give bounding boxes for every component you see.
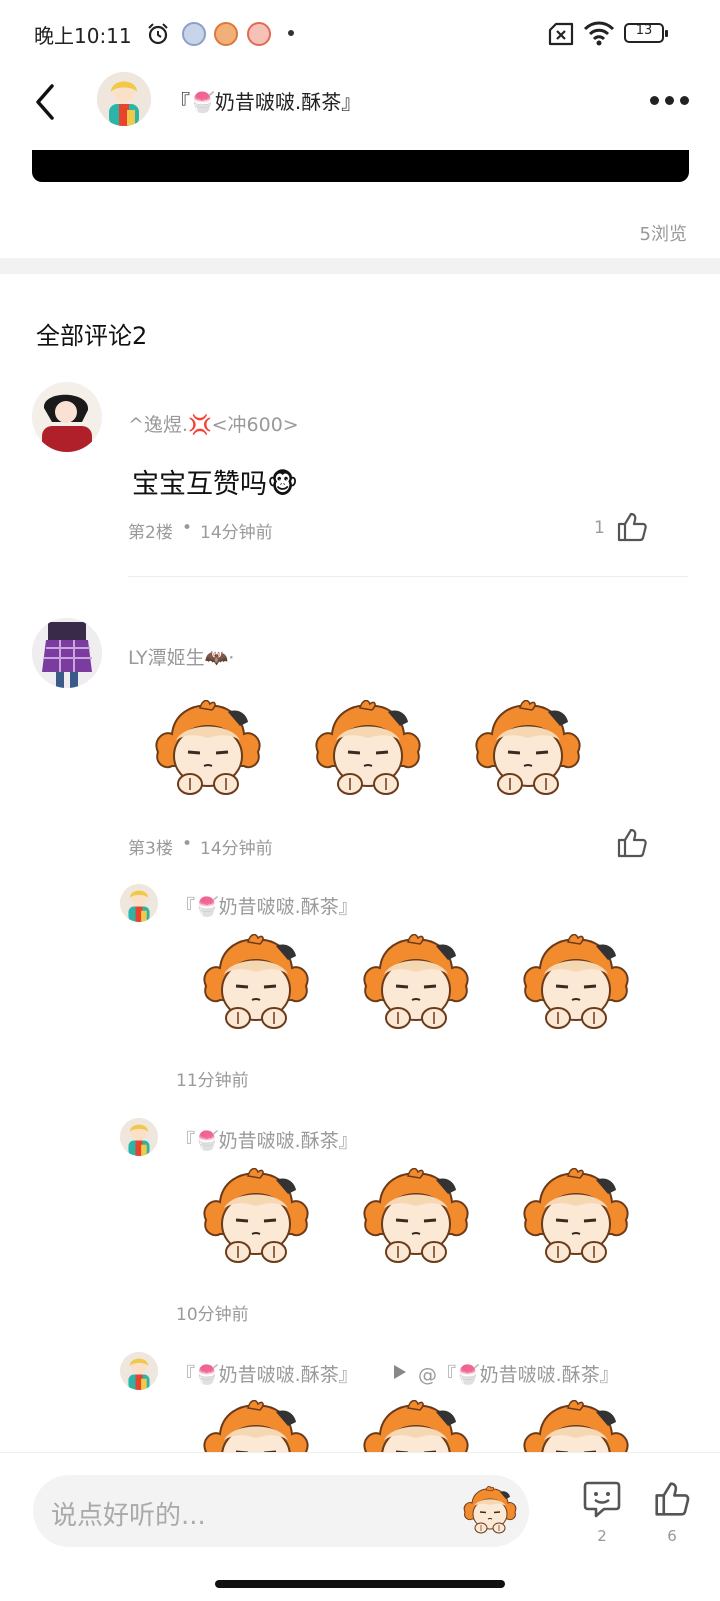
comment-floor: 第2楼 (128, 523, 173, 543)
comment-divider (128, 576, 688, 577)
status-bar: 晚上10:11 13 (0, 0, 720, 66)
view-count: 5浏览 (639, 224, 687, 245)
sticker-image[interactable] (358, 1400, 474, 1452)
comment-bubble-icon[interactable] (582, 1479, 622, 1519)
sticker-image[interactable] (518, 1400, 634, 1452)
reply-time: 11分钟前 (176, 1071, 249, 1091)
replier-avatar[interactable] (120, 884, 158, 922)
status-time: 晚上10:11 (34, 24, 132, 48)
comment-like-count: 1 (594, 518, 605, 538)
replier-name[interactable]: 『🍧奶昔啵啵.酥茶』 (176, 1126, 358, 1153)
author-avatar[interactable] (97, 72, 151, 126)
sticker-image[interactable] (198, 1400, 314, 1452)
like-thumb-icon[interactable] (615, 510, 649, 544)
bottom-comment-bar: 说点好听的... 2 6 (0, 1452, 720, 1601)
app-notification-icon (182, 22, 206, 46)
author-name[interactable]: 『🍧奶昔啵啵.酥茶』 (170, 86, 361, 115)
section-divider (0, 258, 720, 274)
more-options-icon[interactable] (650, 90, 694, 106)
comment-input[interactable]: 说点好听的... (33, 1475, 529, 1547)
sticker-image[interactable] (518, 934, 634, 1034)
reply-to-name[interactable]: @『🍧奶昔啵啵.酥茶』 (418, 1360, 619, 1387)
commenter-name[interactable]: ^逸煜.💢<冲600> (128, 410, 299, 437)
battery-level: 13 (635, 23, 653, 38)
sticker-image[interactable] (310, 700, 426, 800)
reply-arrow-icon (394, 1365, 406, 1379)
comment-time: 14分钟前 (200, 523, 273, 543)
post-media[interactable] (32, 150, 689, 182)
wifi-icon (583, 21, 615, 46)
like-thumb-icon[interactable] (615, 826, 649, 860)
sticker-image[interactable] (518, 1168, 634, 1268)
sticker-image[interactable] (150, 700, 266, 800)
sticker-image[interactable] (470, 700, 586, 800)
battery-icon: 13 (624, 23, 668, 43)
commenter-avatar[interactable] (32, 618, 102, 688)
emoji-sticker-icon[interactable] (461, 1485, 519, 1537)
comment-time: 14分钟前 (200, 839, 273, 859)
comment-floor: 第3楼 (128, 839, 173, 859)
comments-title: 全部评论2 (36, 322, 148, 350)
comment-count: 2 (597, 1527, 607, 1545)
replier-avatar[interactable] (120, 1352, 158, 1390)
replier-avatar[interactable] (120, 1118, 158, 1156)
sticker-image[interactable] (198, 1168, 314, 1268)
app-notification-icon (247, 22, 271, 46)
comment-input-placeholder: 说点好听的... (51, 1501, 206, 1531)
no-sim-icon (548, 22, 574, 46)
replier-name[interactable]: 『🍧奶昔啵啵.酥茶』 (176, 892, 358, 919)
more-notifications-dot (288, 30, 294, 36)
sticker-image[interactable] (198, 934, 314, 1034)
commenter-name[interactable]: LY潭姬生🦇· (128, 643, 234, 670)
sticker-row (198, 1400, 638, 1452)
top-nav-bar: 『🍧奶昔啵啵.酥茶』 (0, 66, 720, 132)
commenter-avatar[interactable] (32, 382, 102, 452)
home-indicator[interactable] (215, 1580, 505, 1588)
back-arrow-icon[interactable] (30, 82, 60, 122)
sticker-image[interactable] (358, 1168, 474, 1268)
alarm-icon (148, 23, 168, 45)
replier-name[interactable]: 『🍧奶昔啵啵.酥茶』 (176, 1360, 358, 1387)
like-thumb-icon[interactable] (652, 1479, 692, 1519)
comment-text: 宝宝互赞吗🐵 (132, 469, 299, 500)
like-count: 6 (667, 1527, 677, 1545)
app-notification-icon (214, 22, 238, 46)
sticker-image[interactable] (358, 934, 474, 1034)
reply-time: 10分钟前 (176, 1305, 249, 1325)
